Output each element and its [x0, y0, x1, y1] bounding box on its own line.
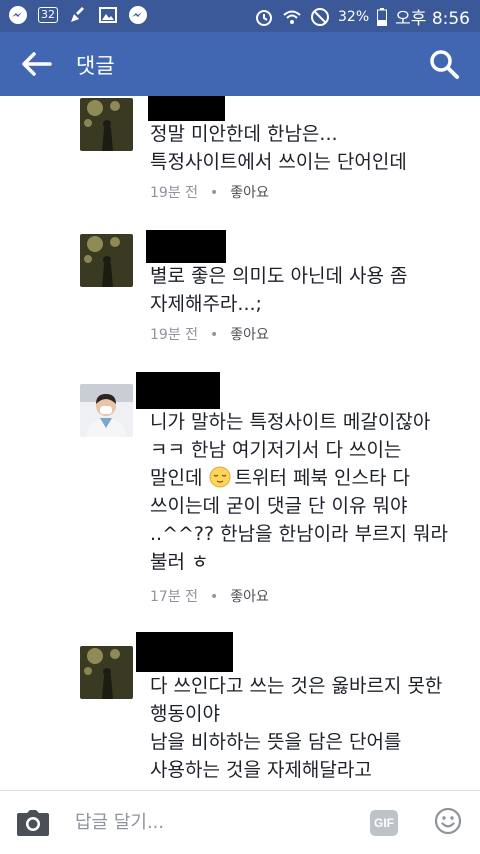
- redacted-name: [148, 96, 225, 121]
- comment-text: 정말 미안한데 한남은... 특정사이트에서 쓰이는 단어인데: [150, 123, 407, 173]
- separator-dot: •: [210, 185, 219, 201]
- comment-text: 별로 좋은 의미도 아닌데 사용 좀 자제해주라...;: [150, 265, 408, 315]
- comment-meta: 19분 전 • 좋아요: [150, 324, 269, 344]
- like-button[interactable]: 좋아요: [230, 589, 269, 605]
- like-button[interactable]: 좋아요: [230, 185, 269, 201]
- redacted-name: [136, 372, 220, 409]
- search-icon[interactable]: [428, 48, 460, 80]
- reply-composer: 답글 달기... GIF: [0, 790, 480, 854]
- wifi-icon: [283, 10, 301, 24]
- comment-time: 17분 전: [150, 589, 199, 605]
- broom-icon: [71, 7, 84, 22]
- separator-dot: •: [210, 589, 219, 605]
- avatar[interactable]: [80, 646, 133, 699]
- redacted-name: [136, 632, 233, 672]
- messenger-icon: [9, 6, 27, 24]
- gif-button[interactable]: GIF: [370, 810, 398, 836]
- comment-text: 니가 말하는 특정사이트 메갈이잖아 ㅋㅋ 한남 여기저기서 다 쓰이는 말인데…: [150, 411, 449, 573]
- do-not-disturb-icon: [311, 7, 330, 26]
- status-bar: 32 32% 오후 8:56: [0, 0, 480, 32]
- comment-time: 19분 전: [150, 185, 199, 201]
- avatar[interactable]: [80, 98, 133, 151]
- reply-input[interactable]: 답글 달기...: [75, 809, 355, 837]
- separator-dot: •: [210, 327, 219, 343]
- messenger-icon: [129, 6, 147, 24]
- avatar[interactable]: [80, 384, 133, 437]
- comment-text: 다 쓰인다고 쓰는 것은 옳바르지 못한 행동이야 남을 비하하는 뜻을 담은 …: [150, 675, 443, 781]
- gallery-icon: [99, 7, 117, 23]
- comment-feed[interactable]: 정말 미안한데 한남은... 특정사이트에서 쓰이는 단어인데 19분 전 • 좋아…: [0, 96, 480, 790]
- comment-time: 19분 전: [150, 327, 199, 343]
- redacted-name: [146, 230, 226, 263]
- comment-meta: 17분 전 • 좋아요: [150, 586, 269, 606]
- comment-meta: 19분 전 • 좋아요: [150, 182, 269, 202]
- relieved-face-icon: [209, 466, 230, 488]
- camera-icon[interactable]: [16, 809, 50, 837]
- battery-icon: [377, 7, 388, 26]
- sticker-smiley-icon[interactable]: [434, 807, 462, 835]
- comments-header: 댓글: [0, 32, 480, 96]
- alarm-icon: [256, 9, 273, 26]
- clock: 오후 8:56: [395, 9, 470, 29]
- like-button[interactable]: 좋아요: [230, 327, 269, 343]
- avatar[interactable]: [80, 234, 133, 287]
- battery-percent: 32%: [338, 8, 370, 25]
- page-title: 댓글: [76, 54, 115, 78]
- back-arrow-icon[interactable]: [20, 50, 52, 78]
- notification-count-badge: 32: [38, 7, 58, 23]
